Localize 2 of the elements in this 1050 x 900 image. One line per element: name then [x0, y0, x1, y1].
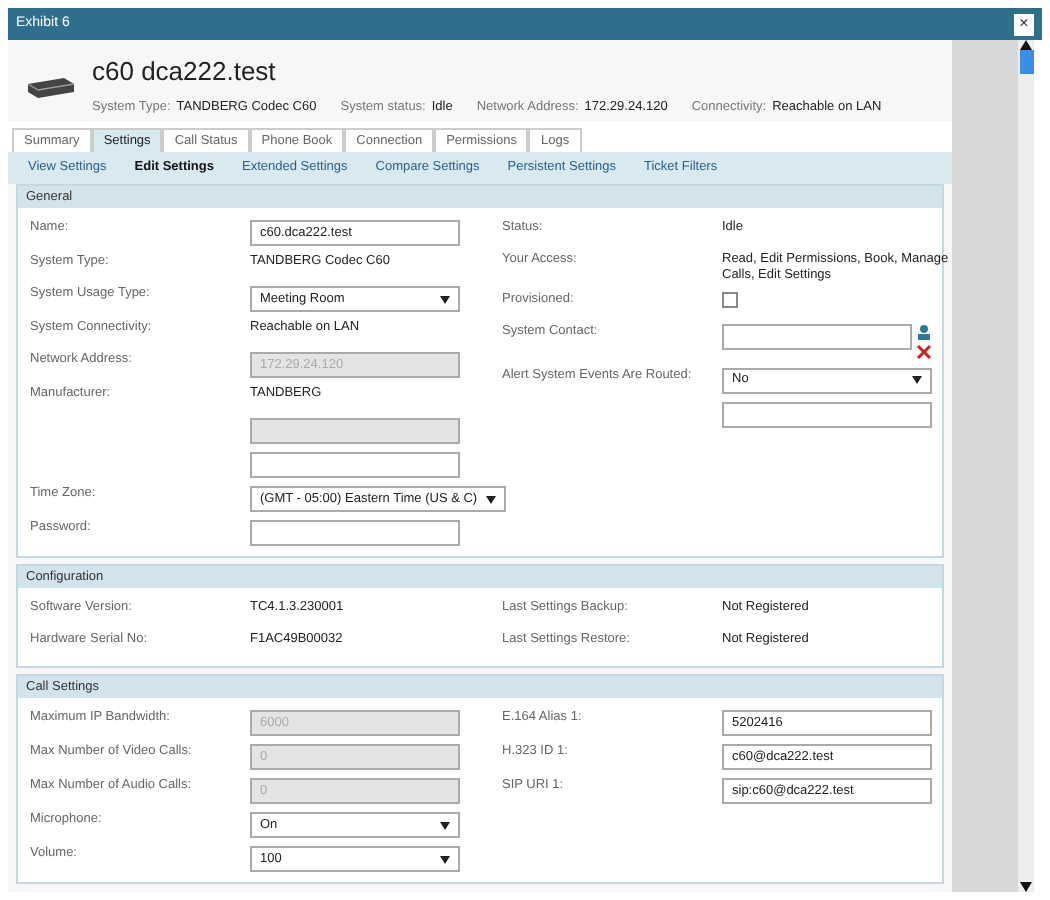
device-title: c60 dca222.test	[92, 56, 278, 88]
close-button[interactable]: ×	[1014, 13, 1034, 35]
